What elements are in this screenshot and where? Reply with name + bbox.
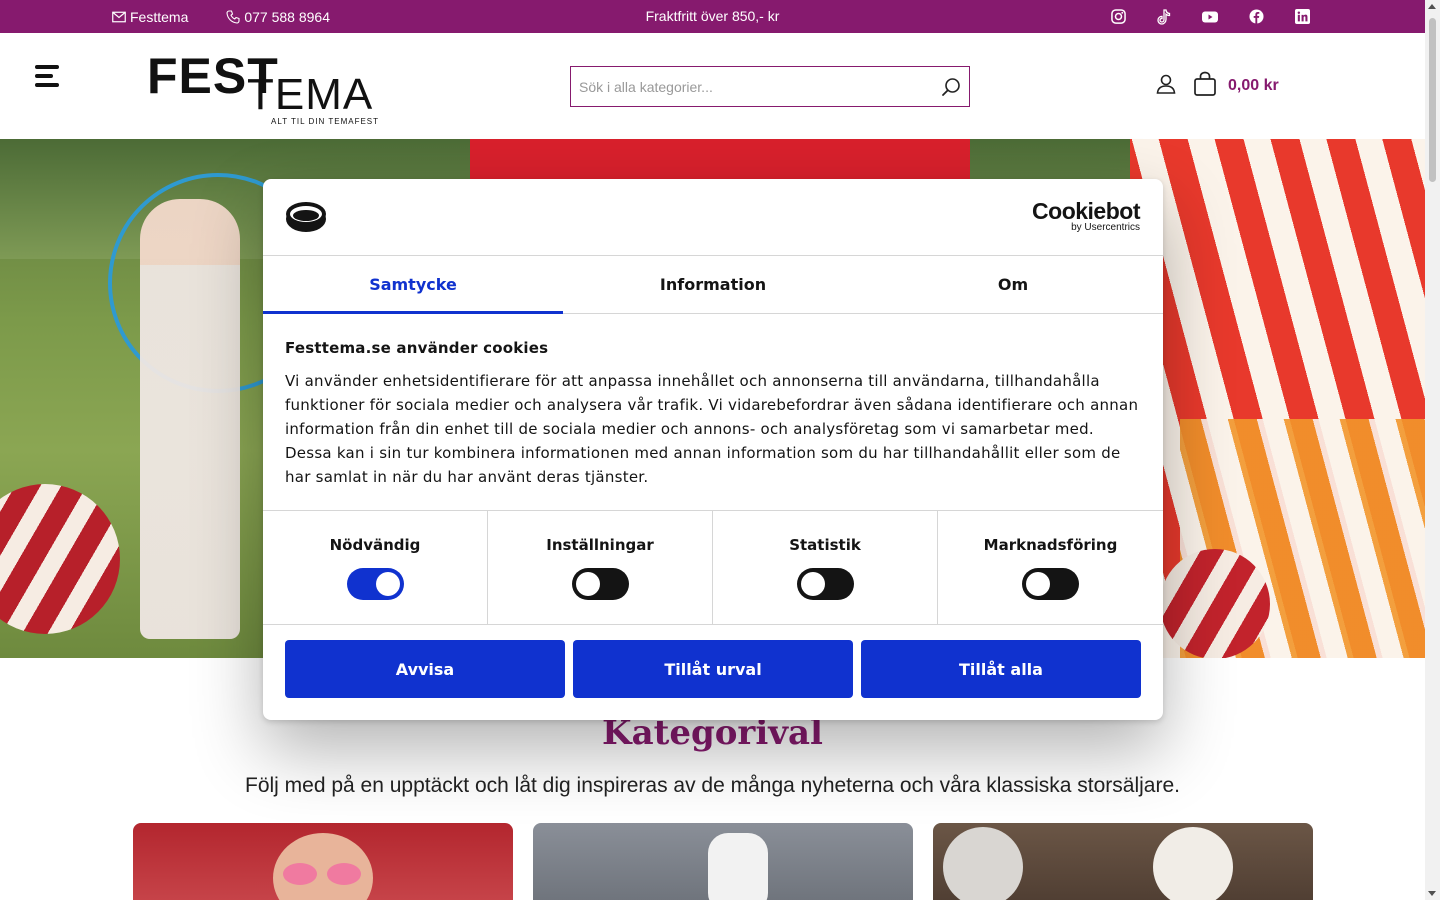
phone-label: 077 588 8964 — [244, 8, 330, 25]
envelope-icon — [112, 11, 126, 22]
scrollbar-thumb[interactable] — [1429, 18, 1436, 182]
search-box — [570, 66, 970, 107]
site-logo[interactable]: FEST TEMA ALT TIL DIN TEMAFEST — [147, 51, 380, 131]
phone-icon — [226, 9, 240, 24]
allow-selection-button[interactable]: Tillåt urval — [573, 640, 853, 698]
cookie-consent-dialog: Cookiebot by Usercentrics Samtycke Infor… — [263, 179, 1163, 720]
category-cards — [133, 823, 1313, 900]
dialog-tabs: Samtycke Information Om — [263, 256, 1163, 314]
shopping-bag-icon[interactable] — [1193, 71, 1217, 97]
user-icon[interactable] — [1155, 73, 1177, 95]
consent-toggles: Nödvändig Inställningar Statistik Markna… — [263, 510, 1163, 625]
toggle-preferences: Inställningar — [488, 511, 713, 624]
contact-info: Festtema 077 588 8964 — [112, 0, 330, 33]
toggle-marketing: Marknadsföring — [938, 511, 1163, 624]
dialog-body: Festtema.se använder cookies Vi använder… — [285, 337, 1141, 489]
site-header: FEST TEMA ALT TIL DIN TEMAFEST 0,00 kr — [0, 33, 1425, 139]
toggle-statistics: Statistik — [713, 511, 938, 624]
phone-link[interactable]: 077 588 8964 — [226, 9, 330, 25]
heart-glasses — [283, 863, 363, 887]
category-card[interactable] — [533, 823, 913, 900]
section-subtitle: Följ med på en upptäckt och låt dig insp… — [245, 774, 1180, 797]
cookiebot-name: Cookiebot — [1032, 198, 1140, 224]
dialog-heading: Festtema.se använder cookies — [285, 339, 549, 357]
category-card[interactable] — [933, 823, 1313, 900]
child-clown — [140, 199, 240, 639]
dialog-header: Cookiebot by Usercentrics — [263, 179, 1163, 256]
toggle-label: Nödvändig — [329, 536, 421, 554]
tab-information[interactable]: Information — [563, 256, 863, 313]
toggle-label: Marknadsföring — [983, 536, 1118, 554]
email-link[interactable]: Festtema — [112, 9, 188, 25]
cart-total[interactable]: 0,00 kr — [1228, 77, 1279, 95]
marketing-switch[interactable] — [1022, 568, 1079, 600]
youtube-icon[interactable] — [1199, 6, 1221, 28]
toggle-label: Statistik — [789, 536, 861, 554]
allow-all-button[interactable]: Tillåt alla — [861, 640, 1141, 698]
preferences-switch[interactable] — [571, 568, 629, 600]
statistics-switch[interactable] — [796, 568, 854, 600]
circus-balloon-left — [0, 484, 120, 634]
linkedin-icon[interactable] — [1291, 6, 1313, 28]
tiktok-icon[interactable] — [1153, 6, 1175, 28]
cookiebot-by: by Usercentrics — [1071, 222, 1140, 233]
scroll-down-icon[interactable] — [1428, 891, 1436, 896]
reject-button[interactable]: Avvisa — [285, 640, 565, 698]
category-card[interactable] — [133, 823, 513, 900]
scroll-up-icon[interactable] — [1428, 4, 1436, 9]
cookie-icon — [285, 200, 327, 234]
facebook-icon[interactable] — [1245, 6, 1267, 28]
menu-icon[interactable] — [35, 65, 61, 91]
search-icon[interactable] — [933, 67, 969, 106]
circus-balloon-right — [1160, 549, 1270, 658]
necessary-switch[interactable] — [346, 568, 404, 600]
top-bar: Festtema 077 588 8964 Fraktfritt över 85… — [0, 0, 1425, 33]
cookiebot-logo[interactable]: Cookiebot by Usercentrics — [1032, 199, 1140, 233]
logo-tema: TEMA — [247, 70, 374, 119]
search-input[interactable] — [571, 67, 933, 106]
page-scrollbar[interactable] — [1425, 0, 1440, 900]
toggle-necessary: Nödvändig — [263, 511, 488, 624]
tab-om[interactable]: Om — [863, 256, 1163, 313]
instagram-icon[interactable] — [1107, 6, 1129, 28]
tab-samtycke[interactable]: Samtycke — [263, 256, 563, 314]
toggle-label: Inställningar — [546, 536, 654, 554]
logo-tagline: ALT TIL DIN TEMAFEST — [271, 117, 380, 126]
social-links — [1107, 0, 1313, 33]
email-label: Festtema — [130, 8, 189, 25]
dialog-buttons: Avvisa Tillåt urval Tillåt alla — [285, 640, 1141, 698]
dialog-text: Vi använder enhetsidentifierare för att … — [285, 372, 1139, 486]
